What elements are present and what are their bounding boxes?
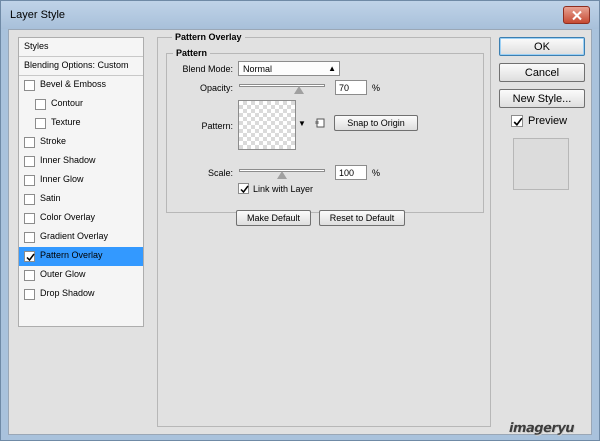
style-item-checkbox[interactable] [35,99,46,110]
watermark-logo: imageryu [507,421,576,436]
cancel-button[interactable]: Cancel [499,63,585,82]
pattern-label: Pattern: [201,121,233,131]
style-item-checkbox[interactable] [24,137,35,148]
style-item-checkbox[interactable] [24,251,35,262]
opacity-value: 70 [339,83,350,93]
style-item-checkbox[interactable] [24,270,35,281]
blend-mode-select[interactable]: Normal ▲︎ [238,61,340,76]
blend-mode-label: Blend Mode: [182,64,233,74]
preview-thumbnail [513,138,569,190]
opacity-slider-thumb[interactable] [294,86,304,94]
styles-list: Styles Blending Options: Custom Bevel & … [18,37,144,327]
opacity-label: Opacity: [199,83,233,93]
preview-label: Preview [528,115,568,127]
style-item-color-overlay[interactable]: Color Overlay [19,209,143,228]
make-default-button[interactable]: Make Default [236,210,311,226]
dialog-client-area: Styles Blending Options: Custom Bevel & … [8,29,592,435]
style-item-checkbox[interactable] [24,156,35,167]
blend-mode-value: Normal [243,64,273,74]
style-item-checkbox[interactable] [24,213,35,224]
styles-header-label: Styles [24,41,49,51]
style-item-label: Inner Glow [40,174,84,184]
new-style-label: New Style... [512,93,572,105]
style-item-checkbox[interactable] [24,232,35,243]
snap-to-origin-button[interactable]: Snap to Origin [334,115,418,131]
style-item-label: Drop Shadow [40,288,95,298]
checkmark-icon [513,117,523,126]
new-style-button[interactable]: New Style... [499,89,585,108]
style-item-gradient-overlay[interactable]: Gradient Overlay [19,228,143,247]
scale-value: 100 [339,168,355,178]
title-bar[interactable]: Layer Style [1,1,599,29]
reset-to-default-button[interactable]: Reset to Default [319,210,405,226]
checkmark-icon [26,253,35,262]
close-icon [572,10,582,21]
scale-unit: % [372,168,381,178]
opacity-unit: % [372,83,381,93]
cancel-label: Cancel [524,67,560,79]
style-item-contour[interactable]: Contour [19,95,143,114]
style-item-inner-shadow[interactable]: Inner Shadow [19,152,143,171]
window-title: Layer Style [10,9,66,21]
blending-options-item[interactable]: Blending Options: Custom [19,57,143,76]
style-item-checkbox[interactable] [24,194,35,205]
close-button[interactable] [563,6,590,24]
reset-to-default-label: Reset to Default [329,213,395,223]
pattern-picker-arrow-icon[interactable]: ▼ [298,119,306,128]
style-item-outer-glow[interactable]: Outer Glow [19,266,143,285]
make-default-label: Make Default [246,213,301,223]
preview-checkbox[interactable] [511,115,523,127]
style-item-drop-shadow[interactable]: Drop Shadow [19,285,143,304]
link-with-layer-checkbox[interactable] [238,183,249,194]
style-item-texture[interactable]: Texture [19,114,143,133]
style-item-satin[interactable]: Satin [19,190,143,209]
scale-input[interactable]: 100 [335,165,367,180]
style-item-label: Satin [40,193,61,203]
style-item-label: Bevel & Emboss [40,79,107,89]
opacity-input[interactable]: 70 [335,80,367,95]
scale-label: Scale: [207,168,233,178]
style-item-label: Pattern Overlay [40,250,103,260]
new-preset-icon[interactable] [315,118,325,128]
ok-label: OK [534,41,550,53]
style-item-label: Inner Shadow [40,155,96,165]
section-title: Pattern Overlay [172,32,245,42]
blending-options-label: Blending Options: Custom [24,60,129,70]
style-item-label: Gradient Overlay [40,231,109,241]
pattern-swatch[interactable] [238,100,296,150]
checkmark-icon [240,185,249,194]
styles-header[interactable]: Styles [19,38,143,57]
style-item-bevel-emboss[interactable]: Bevel & Emboss [19,76,143,95]
style-item-label: Stroke [40,136,67,146]
style-item-checkbox[interactable] [24,175,35,186]
style-item-pattern-overlay[interactable]: Pattern Overlay [19,247,143,266]
snap-to-origin-label: Snap to Origin [347,118,405,128]
group-title: Pattern [173,48,211,58]
style-item-label: Outer Glow [40,269,86,279]
ok-button[interactable]: OK [499,37,585,56]
select-arrow-icon: ▲︎ [328,64,336,73]
style-item-label: Texture [51,117,81,127]
pattern-overlay-panel: Pattern Overlay Pattern Blend Mode: Norm… [157,32,491,427]
link-with-layer-label: Link with Layer [253,184,314,194]
layer-style-dialog: Layer Style Styles Blending Options: Cus… [0,0,600,441]
style-item-checkbox[interactable] [24,289,35,300]
style-item-stroke[interactable]: Stroke [19,133,143,152]
style-item-label: Contour [51,98,84,108]
pattern-groupbox: Pattern Blend Mode: Normal ▲︎ Opacity: 7… [166,48,484,213]
style-item-inner-glow[interactable]: Inner Glow [19,171,143,190]
style-item-checkbox[interactable] [24,80,35,91]
style-item-checkbox[interactable] [35,118,46,129]
style-item-label: Color Overlay [40,212,96,222]
scale-slider-thumb[interactable] [277,171,287,179]
opacity-slider[interactable] [239,84,325,87]
